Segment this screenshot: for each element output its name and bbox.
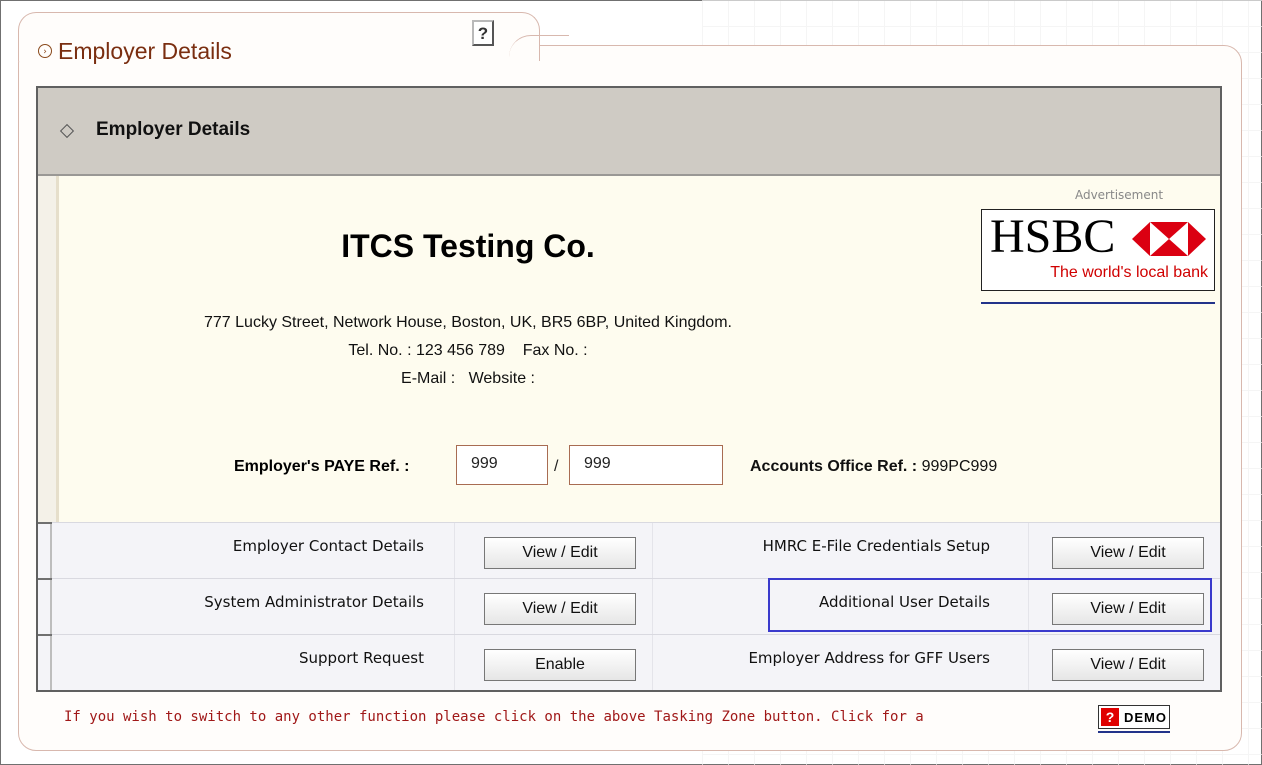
chevron-circle-icon: ›	[38, 44, 52, 58]
footer-instructions: If you wish to switch to any other funct…	[64, 709, 924, 725]
advertisement-label: Advertisement	[1074, 188, 1164, 202]
paye-ref-separator: /	[554, 458, 559, 475]
diamond-bullet-icon	[59, 123, 75, 139]
employer-contact-details-label: Employer Contact Details	[232, 537, 424, 555]
row-marker	[38, 578, 52, 634]
column-divider	[652, 579, 653, 634]
support-request-label: Support Request	[299, 649, 424, 667]
page-title: Employer Details	[58, 37, 232, 64]
column-divider	[454, 579, 455, 634]
section-header: Employer Details	[38, 88, 1220, 176]
system-administrator-details-button[interactable]: View / Edit	[484, 593, 636, 625]
page-header: › Employer Details	[38, 36, 232, 66]
help-button[interactable]: ?	[472, 20, 494, 46]
paye-ref-label: Employer's PAYE Ref. :	[234, 458, 410, 475]
demo-label: DEMO	[1124, 709, 1167, 725]
column-divider	[1028, 635, 1029, 690]
support-request-enable-button[interactable]: Enable	[484, 649, 636, 681]
section-title: Employer Details	[96, 119, 251, 140]
hsbc-hexagon-logo	[1132, 222, 1206, 256]
company-phone-fax: Tel. No. : 123 456 789 Fax No. :	[348, 342, 588, 359]
employer-address-gff-button[interactable]: View / Edit	[1052, 649, 1204, 681]
hmrc-efile-credentials-button[interactable]: View / Edit	[1052, 537, 1204, 569]
hmrc-efile-credentials-label: HMRC E-File Credentials Setup	[762, 537, 990, 555]
accounts-office-ref-value: 999PC999	[921, 458, 998, 475]
actions-row: Employer Contact Details View / Edit HMR…	[38, 522, 1220, 578]
system-administrator-details-label: System Administrator Details	[204, 593, 424, 611]
accounts-office-ref-label: Accounts Office Ref. :	[750, 458, 918, 475]
company-name: ITCS Testing Co.	[341, 228, 595, 264]
employer-address-gff-label: Employer Address for GFF Users	[748, 649, 990, 667]
question-icon: ?	[1101, 708, 1119, 726]
employer-contact-details-button[interactable]: View / Edit	[484, 537, 636, 569]
row-marker	[38, 634, 52, 690]
hsbc-brand: HSBC	[990, 210, 1116, 263]
demo-underline	[1098, 731, 1170, 733]
demo-button[interactable]: ? DEMO	[1098, 705, 1170, 729]
highlight-box	[768, 578, 1212, 632]
hsbc-advertisement[interactable]: HSBC The world's local bank	[981, 209, 1215, 291]
paye-ref-part1-field[interactable]: 999	[456, 445, 548, 485]
company-address: 777 Lucky Street, Network House, Boston,…	[204, 314, 732, 331]
paye-ref-part2-field[interactable]: 999	[569, 445, 723, 485]
column-divider	[652, 635, 653, 690]
column-divider	[454, 635, 455, 690]
column-divider	[1028, 523, 1029, 578]
column-divider	[454, 523, 455, 578]
company-email-website: E-Mail : Website :	[401, 370, 535, 387]
actions-row: Support Request Enable Employer Address …	[38, 634, 1220, 690]
column-divider	[652, 523, 653, 578]
hsbc-tagline: The world's local bank	[1050, 264, 1208, 281]
accounts-office-ref: Accounts Office Ref. : 999PC999	[750, 458, 997, 476]
advertisement-underline	[981, 302, 1215, 304]
row-marker	[38, 522, 52, 578]
